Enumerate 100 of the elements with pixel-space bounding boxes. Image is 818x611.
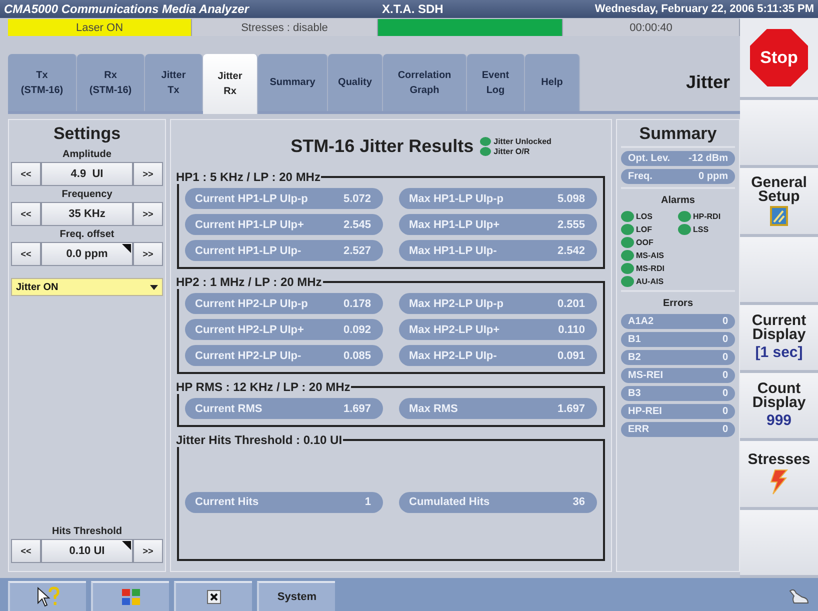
tab[interactable]: Jitter Tx: [145, 54, 203, 111]
reading-label: Freq.: [628, 171, 652, 182]
result-value: 2.542: [557, 244, 585, 256]
result-value: 5.072: [343, 192, 371, 204]
app-title: CMA5000 Communications Media Analyzer: [4, 2, 249, 16]
error-value: 0: [722, 316, 728, 327]
error-label: B2: [628, 352, 641, 363]
stop-button[interactable]: Stop: [750, 28, 808, 86]
result-label: Current HP2-LP UIp-p: [195, 298, 308, 310]
reading-value: 0 ppm: [698, 171, 728, 182]
error-label: B3: [628, 388, 641, 399]
system-button[interactable]: System: [257, 581, 335, 611]
result-value: 1.697: [343, 402, 371, 414]
result-label: Current HP1-LP UIp-: [195, 244, 302, 256]
group-title: HP2 : 1 MHz / LP : 20 MHz: [175, 275, 323, 289]
status-cell: Stresses : disable: [192, 19, 378, 36]
taskbar-button[interactable]: [8, 581, 86, 611]
error-value: 0: [722, 424, 728, 435]
result-label: Current RMS: [195, 402, 262, 414]
tab[interactable]: Jitter Rx: [203, 54, 258, 114]
four-square-icon: [121, 588, 141, 606]
setting-label: Hits Threshold: [50, 525, 123, 539]
result-value: 2.555: [557, 218, 585, 230]
result-label: Current HP2-LP UIp-: [195, 350, 302, 362]
result-value: 2.527: [343, 244, 371, 256]
error-value: 0: [722, 334, 728, 345]
group-title: Jitter Hits Threshold : 0.10 UI: [175, 433, 344, 447]
tab[interactable]: Summary: [258, 54, 328, 111]
increase-button[interactable]: >>: [133, 162, 163, 186]
error-label: B1: [628, 334, 641, 345]
indicator-label: Jitter Unlocked: [494, 136, 552, 146]
alarm-label: HP-RDI: [693, 212, 721, 221]
error-value: 0: [722, 370, 728, 381]
increase-button[interactable]: >>: [133, 242, 163, 266]
result-value: 0.178: [343, 298, 371, 310]
result-label: Max HP2-LP UIp+: [409, 324, 500, 336]
value-field[interactable]: 0.0 ppm: [41, 242, 133, 266]
tab[interactable]: Help: [525, 54, 580, 111]
indicator-label: Jitter O/R: [494, 146, 530, 156]
reading-label: Opt. Lev.: [628, 153, 670, 164]
results-title: STM-16 Jitter Results: [290, 136, 474, 156]
error-label: ERR: [628, 424, 650, 435]
result-label: Current HP1-LP UIp-p: [195, 192, 308, 204]
tab[interactable]: Quality: [328, 54, 383, 111]
result-label: Cumulated Hits: [409, 496, 490, 508]
result-label: Max HP1-LP UIp-p: [409, 192, 504, 204]
error-label: HP-REI: [628, 406, 662, 417]
panel-title: Summary: [638, 123, 718, 145]
alarm-label: MS-RDI: [636, 264, 664, 273]
lightning-icon: [769, 469, 789, 496]
tab[interactable]: Rx (STM-16): [77, 54, 145, 111]
status-cell: 00:00:40: [563, 19, 740, 36]
setup-icon: [770, 206, 788, 226]
stresses-button[interactable]: Stresses: [740, 441, 818, 510]
result-value: 1: [364, 496, 371, 508]
setting-label: Amplitude: [62, 148, 112, 162]
decrease-button[interactable]: <<: [11, 162, 41, 186]
tab[interactable]: Tx (STM-16): [8, 54, 77, 111]
group-title: HP1 : 5 KHz / LP : 20 MHz: [175, 170, 322, 184]
error-value: 0: [722, 352, 728, 363]
group-title: HP RMS : 12 KHz / LP : 20 MHz: [175, 380, 352, 394]
tab[interactable]: Event Log: [467, 54, 525, 111]
mode-dropdown[interactable]: Jitter ON: [11, 278, 163, 296]
alarm-label: OOF: [636, 238, 654, 247]
tab[interactable]: Correlation Graph: [383, 54, 467, 111]
reading-value: -12 dBm: [688, 153, 728, 164]
result-label: Current HP2-LP UIp+: [195, 324, 304, 336]
page-title: Jitter: [684, 72, 731, 93]
value-field[interactable]: 0.10 UI: [41, 539, 133, 563]
section-title: Alarms: [660, 194, 696, 208]
alarm-label: LSS: [693, 225, 709, 234]
result-value: 5.098: [557, 192, 585, 204]
panel-title: Settings: [52, 123, 122, 145]
caret-icon: [150, 284, 158, 290]
result-label: Max HP2-LP UIp-: [409, 350, 497, 362]
error-label: A1A2: [628, 316, 654, 327]
decrease-button[interactable]: <<: [11, 202, 41, 226]
result-value: 0.091: [557, 350, 585, 362]
increase-button[interactable]: >>: [133, 202, 163, 226]
error-value: 0: [722, 406, 728, 417]
value-field[interactable]: 35 KHz: [41, 202, 133, 226]
help-cursor-icon: [35, 586, 61, 608]
alarm-label: LOS: [636, 212, 652, 221]
result-value: 1.697: [557, 402, 585, 414]
setting-label: Frequency: [60, 188, 114, 202]
value-field[interactable]: 4.9 UI: [41, 162, 133, 186]
date-time: Wednesday, February 22, 2006 5:11:35 PM: [594, 3, 814, 15]
taskbar-button[interactable]: [174, 581, 252, 611]
result-value: 0.201: [557, 298, 585, 310]
error-label: MS-REI: [628, 370, 663, 381]
result-label: Max HP1-LP UIp+: [409, 218, 500, 230]
increase-button[interactable]: >>: [133, 539, 163, 563]
result-value: 0.110: [558, 324, 585, 336]
setting-label: Freq. offset: [58, 228, 116, 242]
result-label: Current HP1-LP UIp+: [195, 218, 304, 230]
result-value: 2.545: [343, 218, 371, 230]
decrease-button[interactable]: <<: [11, 539, 41, 563]
decrease-button[interactable]: <<: [11, 242, 41, 266]
general-setup-button[interactable]: General Setup: [740, 168, 818, 237]
error-value: 0: [722, 388, 728, 399]
